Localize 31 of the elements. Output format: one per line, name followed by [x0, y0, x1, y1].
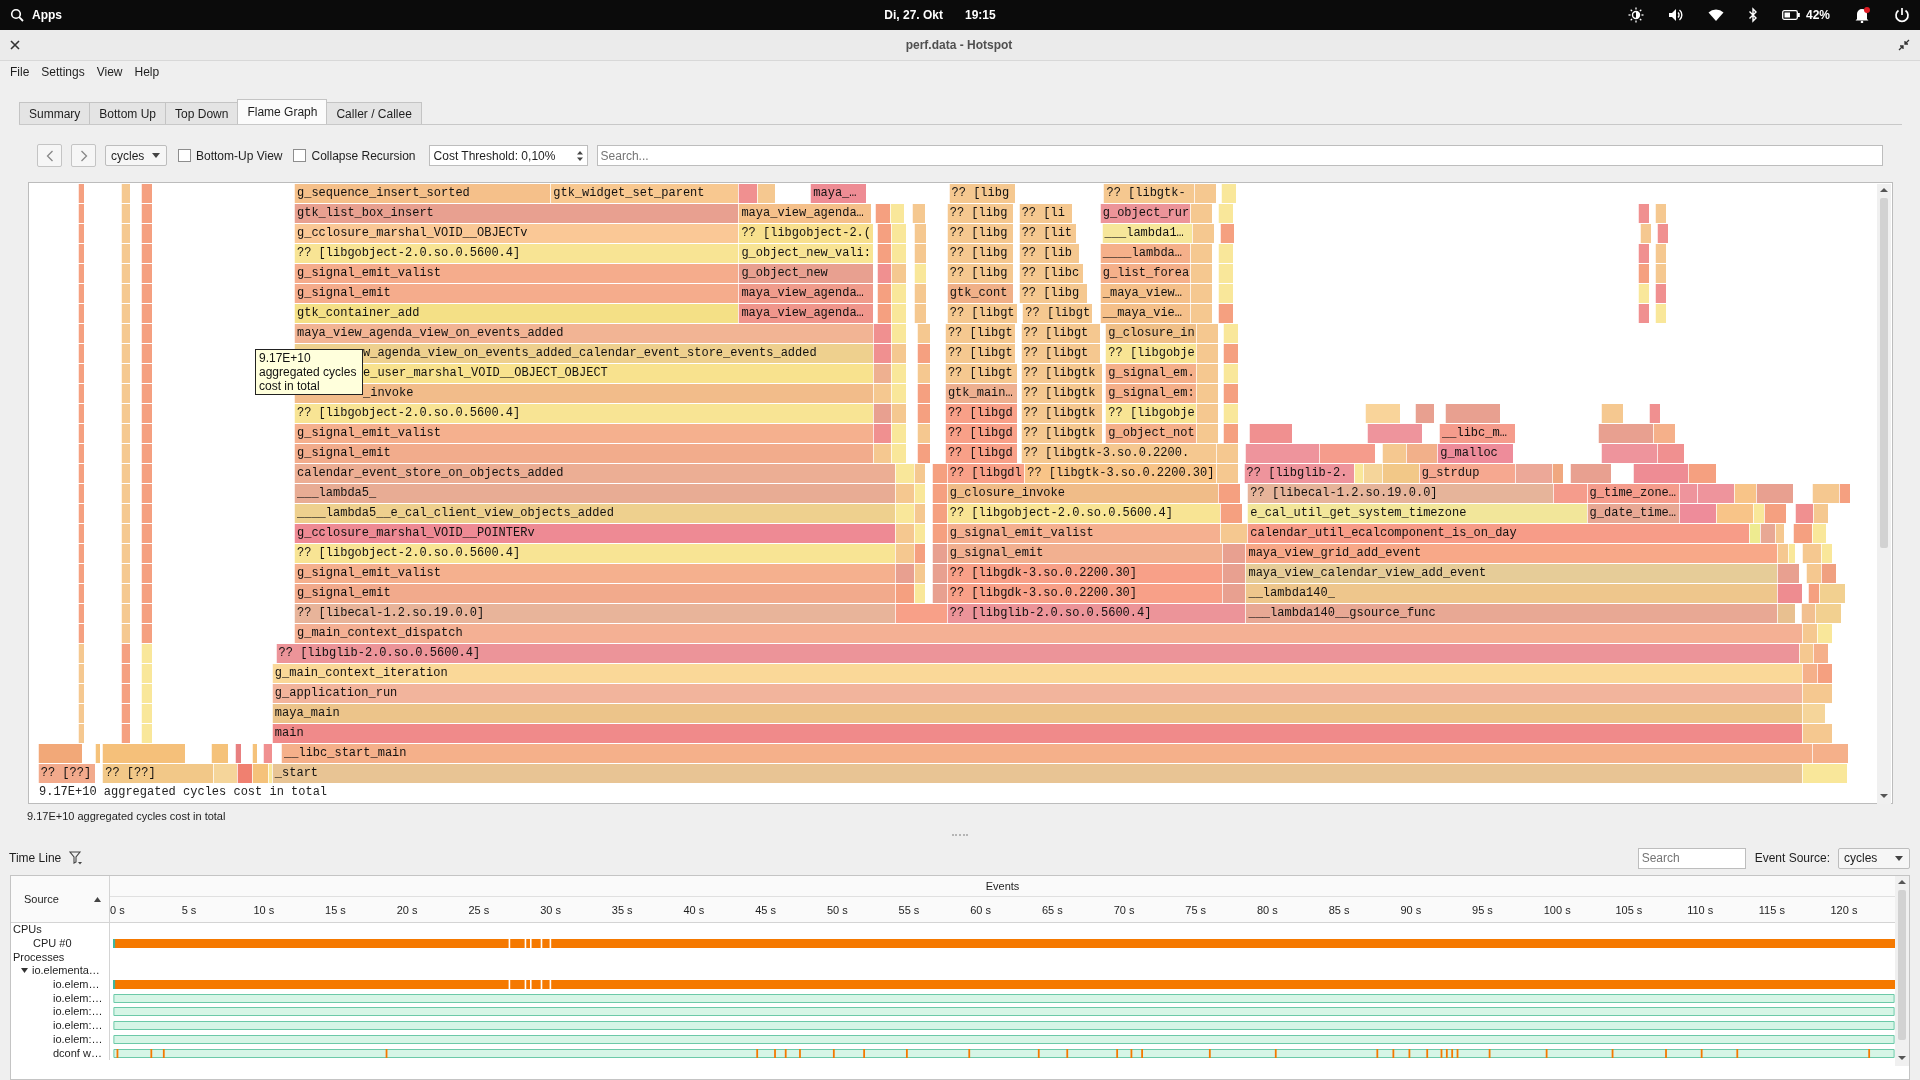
axis-tick-label: 60 s [970, 903, 993, 916]
axis-tick-label: 95 s [1472, 903, 1494, 916]
axis-tick-label: 80 s [1257, 903, 1279, 916]
event-source-label: Event Source: [1754, 851, 1830, 865]
axis-tick-label: 75 s [1185, 903, 1208, 916]
axis-tick-label: 65 s [1041, 903, 1064, 916]
cost-summary-text: 9.17E+10 aggregated cycles cost in total [27, 810, 227, 824]
axis-tick-label: 55 s [898, 903, 921, 916]
axis-tick-label: 50 s [826, 903, 849, 916]
axis-tick-label: 15 s [325, 903, 347, 916]
cost-summary-text: 9.17E+10 aggregated cycles cost in total [38, 784, 329, 800]
axis-tick-label: 105 s [1615, 903, 1644, 916]
axis-tick-label: 85 s [1328, 903, 1351, 916]
axis-tick-label: 25 s [468, 903, 491, 916]
axis-tick-label: 10 s [253, 903, 276, 916]
axis-tick-label: 100 s [1543, 903, 1572, 916]
tooltip: 9.17E+10 aggregated cycles cost in total [255, 349, 363, 395]
axis-tick-label: 120 s [1830, 903, 1858, 916]
axis-tick-label: 30 s [540, 903, 562, 916]
axis-tick-label: 20 s [396, 903, 419, 916]
axis-tick-label: 45 s [755, 903, 777, 916]
axis-tick-label: 110 s [1687, 903, 1715, 916]
axis-tick-label: 40 s [683, 903, 706, 916]
axis-tick-label: 70 s [1113, 903, 1136, 916]
axis-tick-label: 5 s [181, 903, 198, 916]
axis-tick-label: 90 s [1400, 903, 1423, 916]
axis-tick-label: 115 s [1758, 903, 1786, 916]
timeline-title: Time Line [9, 851, 62, 865]
window-title: perf.data - Hotspot [905, 38, 1013, 52]
axis-tick-label: 0 s [110, 903, 126, 916]
axis-tick-label: 35 s [611, 903, 634, 916]
